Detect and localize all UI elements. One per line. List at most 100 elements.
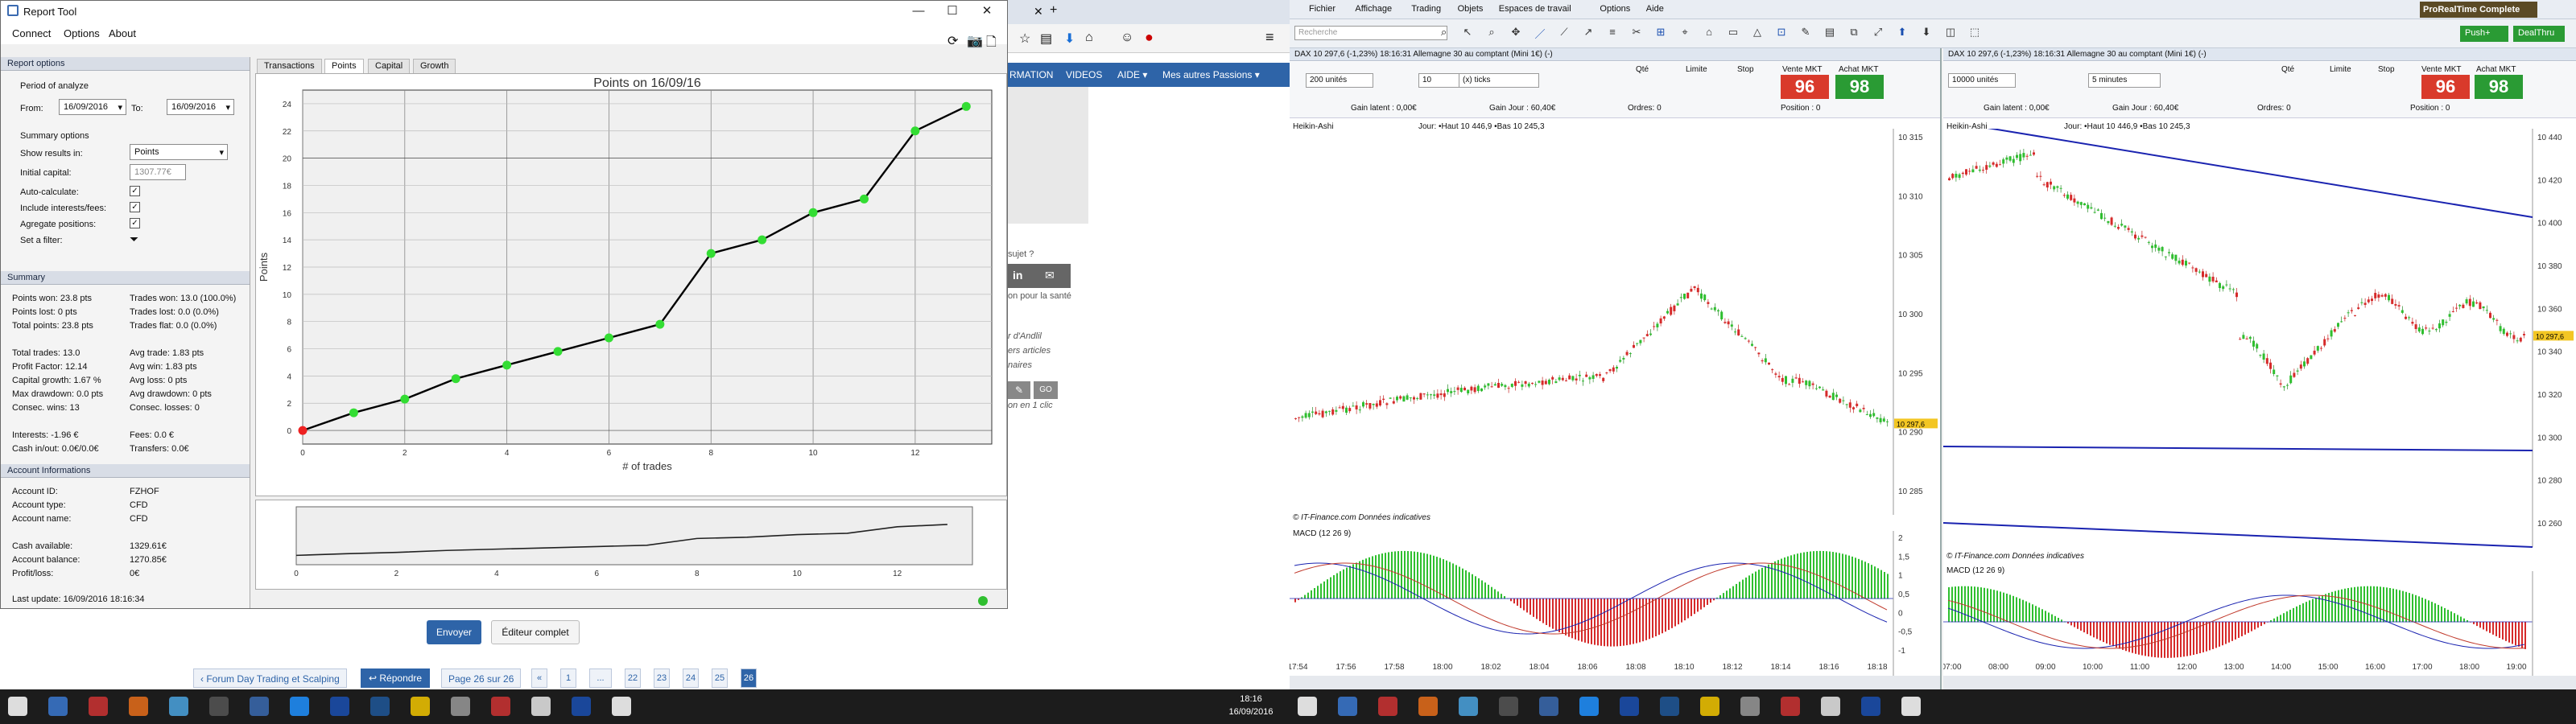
show-results-select[interactable]: Points ▾ bbox=[130, 144, 228, 160]
search-icon[interactable]: ⌕ bbox=[1441, 26, 1447, 39]
initial-capital-input[interactable]: 1307.77€ bbox=[130, 164, 186, 180]
firefox-icon[interactable] bbox=[129, 697, 148, 716]
search-icon[interactable] bbox=[1338, 697, 1357, 716]
list-icon[interactable]: ▤ bbox=[1821, 26, 1839, 42]
app-icon[interactable] bbox=[1539, 697, 1558, 716]
copy-icon[interactable]: ⧉ bbox=[1845, 26, 1863, 42]
adblock-icon[interactable]: ● bbox=[1145, 29, 1154, 46]
app-icon[interactable] bbox=[1620, 697, 1639, 716]
maximize-button[interactable]: ☐ bbox=[936, 2, 968, 20]
crosshair-icon[interactable]: ⌖ bbox=[1676, 26, 1694, 42]
email-icon[interactable]: ✉ bbox=[1045, 269, 1055, 282]
left-price-chart[interactable]: 10 31510 31010 30510 30010 29510 29010 2… bbox=[1290, 129, 1940, 531]
tab-growth[interactable]: Growth bbox=[413, 59, 456, 73]
rectangle-icon[interactable]: ▭ bbox=[1724, 26, 1742, 42]
platform-menu-item[interactable]: Objets bbox=[1458, 4, 1484, 14]
page-link-7[interactable]: 26 bbox=[741, 668, 757, 688]
start-icon[interactable] bbox=[8, 697, 27, 716]
arrow-icon[interactable]: ↗ bbox=[1579, 26, 1597, 42]
document-icon[interactable]: 🗋 bbox=[986, 33, 997, 55]
menu-connect[interactable]: Connect bbox=[12, 27, 51, 39]
ie-icon[interactable] bbox=[1459, 697, 1478, 716]
fib-icon[interactable]: ≡ bbox=[1604, 26, 1621, 42]
down-icon[interactable]: ⬇ bbox=[1918, 26, 1935, 42]
app-icon[interactable] bbox=[250, 697, 269, 716]
linkedin-icon[interactable]: in bbox=[1013, 269, 1022, 282]
app-icon[interactable] bbox=[1901, 697, 1921, 716]
auto-calc-checkbox[interactable]: ✓ bbox=[130, 186, 140, 196]
frame-icon[interactable]: ⊡ bbox=[1773, 26, 1790, 42]
app-icon[interactable] bbox=[1660, 697, 1679, 716]
go-button[interactable]: GO bbox=[1034, 381, 1058, 399]
platform-menu-item[interactable]: Espaces de travail bbox=[1499, 4, 1571, 14]
chat-icon[interactable]: ☺ bbox=[1121, 31, 1133, 45]
zoom-icon[interactable]: ⌕ bbox=[1483, 26, 1501, 42]
right-interval-select[interactable]: 5 minutes bbox=[2088, 73, 2161, 88]
app-icon[interactable] bbox=[1499, 697, 1518, 716]
send-button[interactable]: Envoyer bbox=[427, 620, 481, 644]
platform-menu-item[interactable]: Fichier bbox=[1309, 4, 1335, 14]
right-macd-chart[interactable]: 07:00 08:00 09:00 10:00 11:00 12:00 13:00 14:00… bbox=[1943, 571, 2576, 700]
nav-aide[interactable]: AIDE ▾ bbox=[1117, 69, 1147, 80]
menu-icon[interactable]: ≡ bbox=[1265, 29, 1274, 46]
box-icon[interactable]: ⬚ bbox=[1966, 26, 1984, 42]
right-price-chart[interactable]: 10 440 10 420 10 400 10 380 10 360 10 340 10 3… bbox=[1943, 129, 2576, 563]
app-icon[interactable] bbox=[531, 697, 551, 716]
antivirus-icon[interactable] bbox=[1781, 697, 1800, 716]
ie-icon[interactable] bbox=[169, 697, 188, 716]
platform-menu-item[interactable]: Affichage bbox=[1355, 4, 1392, 14]
pencil-icon[interactable]: ✎ bbox=[1008, 381, 1030, 399]
close-button[interactable]: ✕ bbox=[971, 2, 1003, 20]
download-icon[interactable]: ⬇ bbox=[1064, 31, 1075, 47]
camera-icon[interactable]: 📷 bbox=[967, 33, 983, 49]
grid-icon[interactable]: ⊞ bbox=[1652, 26, 1670, 42]
page-link-4[interactable]: 23 bbox=[654, 668, 670, 688]
page-link-3[interactable]: 22 bbox=[625, 668, 641, 688]
up-icon[interactable]: ⬆ bbox=[1893, 26, 1911, 42]
platform-menu-item[interactable]: Aide bbox=[1646, 4, 1664, 14]
pencil-icon[interactable]: ✎ bbox=[1797, 26, 1814, 42]
reply-button[interactable]: ↩ Répondre bbox=[361, 668, 431, 688]
close-icon[interactable]: ✕ bbox=[1034, 5, 1043, 19]
taskview-icon[interactable] bbox=[1378, 697, 1397, 716]
page-link-1[interactable]: 1 bbox=[560, 668, 576, 688]
aggregate-checkbox[interactable]: ✓ bbox=[130, 218, 140, 228]
app-icon[interactable] bbox=[1740, 697, 1760, 716]
app-icon[interactable] bbox=[370, 697, 390, 716]
include-interests-checkbox[interactable]: ✓ bbox=[130, 202, 140, 212]
reader-icon[interactable]: ▤ bbox=[1040, 31, 1052, 47]
minimize-button[interactable]: — bbox=[902, 2, 935, 20]
star-icon[interactable]: ☆ bbox=[1019, 31, 1030, 47]
platform-menu-item[interactable]: Options bbox=[1600, 4, 1630, 14]
refresh-icon[interactable]: ⟳ bbox=[947, 33, 958, 49]
left-ticks-select[interactable]: (x) ticks bbox=[1459, 73, 1539, 88]
nav-videos[interactable]: VIDEOS bbox=[1066, 69, 1102, 80]
pointer-icon[interactable]: ↖ bbox=[1459, 26, 1476, 42]
nav-passions[interactable]: Mes autres Passions ▾ bbox=[1162, 69, 1260, 80]
line-icon[interactable]: ／ bbox=[1531, 26, 1549, 42]
right-sell-button[interactable]: 96 bbox=[2421, 75, 2470, 99]
nav-information[interactable]: RMATION bbox=[1009, 69, 1053, 80]
right-buy-button[interactable]: 98 bbox=[2475, 75, 2523, 99]
search-icon[interactable] bbox=[48, 697, 68, 716]
firefox-icon[interactable] bbox=[1418, 697, 1438, 716]
to-date-input[interactable]: 16/09/2016 ▾ bbox=[167, 99, 234, 115]
app-icon[interactable] bbox=[612, 697, 631, 716]
start-icon[interactable] bbox=[1298, 697, 1317, 716]
folder-icon[interactable] bbox=[411, 697, 430, 716]
scissors-icon[interactable]: ✂ bbox=[1628, 26, 1645, 42]
search-input[interactable]: Recherche bbox=[1294, 26, 1447, 40]
app-icon[interactable] bbox=[451, 697, 470, 716]
from-date-input[interactable]: 16/09/2016 ▾ bbox=[59, 99, 126, 115]
full-editor-button[interactable]: Éditeur complet bbox=[491, 620, 580, 644]
expand-icon[interactable]: ⤢ bbox=[1869, 26, 1887, 42]
left-units-select[interactable]: 200 unités bbox=[1306, 73, 1373, 88]
chart-navigator[interactable]: 0 2 4 6 8 10 12 bbox=[255, 500, 1007, 590]
platform-menu-item[interactable]: Trading bbox=[1411, 4, 1441, 14]
page-link-2[interactable]: ... bbox=[589, 668, 612, 688]
page-link-0[interactable]: « bbox=[531, 668, 547, 688]
trendline-icon[interactable]: ⟋ bbox=[1555, 26, 1573, 42]
tab-transactions[interactable]: Transactions bbox=[257, 59, 322, 73]
menu-options[interactable]: Options bbox=[64, 27, 100, 39]
app-icon[interactable] bbox=[572, 697, 591, 716]
